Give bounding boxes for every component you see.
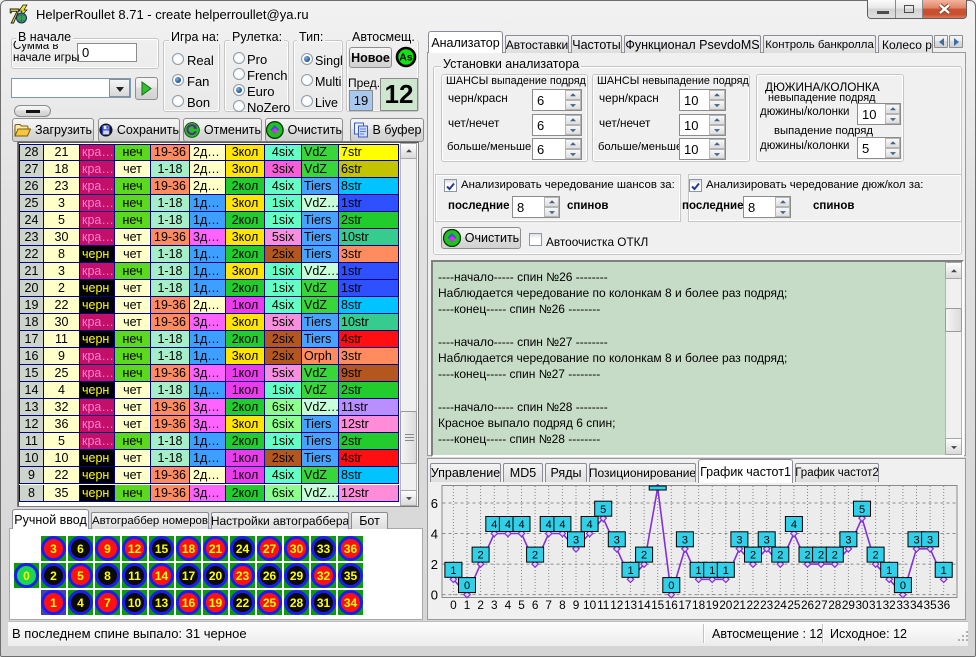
svg-text:4: 4 <box>431 527 438 542</box>
svg-text:0: 0 <box>464 580 470 592</box>
svg-text:2: 2 <box>804 550 810 562</box>
svg-text:11: 11 <box>597 598 609 612</box>
svg-text:15: 15 <box>651 598 665 612</box>
svg-text:0: 0 <box>668 580 674 592</box>
svg-text:0: 0 <box>450 598 457 612</box>
svg-text:28: 28 <box>828 598 842 612</box>
svg-text:4: 4 <box>559 519 565 531</box>
svg-text:3: 3 <box>764 534 770 546</box>
svg-text:1: 1 <box>723 565 729 577</box>
svg-text:36: 36 <box>937 598 951 612</box>
svg-text:3: 3 <box>913 534 919 546</box>
svg-text:12: 12 <box>610 598 623 612</box>
svg-text:2: 2 <box>478 550 484 562</box>
svg-text:2: 2 <box>832 550 838 562</box>
svg-text:1: 1 <box>886 565 892 577</box>
svg-text:5: 5 <box>859 504 865 516</box>
svg-text:1: 1 <box>464 598 471 612</box>
svg-text:3: 3 <box>573 534 579 546</box>
svg-text:As: As <box>399 52 413 64</box>
svg-text:2: 2 <box>431 557 438 572</box>
svg-text:30: 30 <box>855 598 869 612</box>
svg-text:33: 33 <box>896 598 910 612</box>
svg-text:4: 4 <box>505 519 511 531</box>
svg-text:2: 2 <box>777 550 783 562</box>
svg-text:1: 1 <box>941 565 947 577</box>
svg-text:5: 5 <box>600 504 606 516</box>
svg-text:2: 2 <box>532 550 538 562</box>
svg-text:8: 8 <box>559 598 566 612</box>
svg-text:13: 13 <box>624 598 638 612</box>
svg-text:27: 27 <box>815 598 828 612</box>
svg-text:1: 1 <box>696 565 702 577</box>
svg-text:22: 22 <box>746 598 759 612</box>
svg-text:14: 14 <box>638 598 652 612</box>
svg-text:23: 23 <box>760 598 774 612</box>
svg-text:5: 5 <box>518 598 525 612</box>
svg-text:2: 2 <box>750 550 756 562</box>
svg-text:0: 0 <box>431 588 438 603</box>
svg-text:21: 21 <box>733 598 746 612</box>
svg-text:10: 10 <box>583 598 597 612</box>
svg-text:19: 19 <box>706 598 719 612</box>
svg-text:31: 31 <box>869 598 882 612</box>
svg-text:0: 0 <box>900 580 906 592</box>
svg-text:3: 3 <box>736 534 742 546</box>
svg-text:35: 35 <box>924 598 938 612</box>
svg-text:4: 4 <box>505 598 512 612</box>
svg-text:4: 4 <box>518 519 524 531</box>
svg-text:3: 3 <box>491 598 498 612</box>
svg-text:2: 2 <box>477 598 484 612</box>
svg-text:26: 26 <box>801 598 815 612</box>
svg-text:2: 2 <box>641 550 647 562</box>
svg-text:9: 9 <box>573 598 580 612</box>
svg-text:2: 2 <box>818 550 824 562</box>
svg-text:1: 1 <box>450 565 456 577</box>
svg-text:6: 6 <box>431 496 438 511</box>
svg-text:3: 3 <box>927 534 933 546</box>
svg-text:3: 3 <box>614 534 620 546</box>
svg-text:4: 4 <box>546 519 552 531</box>
svg-text:20: 20 <box>719 598 733 612</box>
svg-text:34: 34 <box>910 598 924 612</box>
svg-text:29: 29 <box>842 598 855 612</box>
svg-text:2: 2 <box>873 550 879 562</box>
svg-text:16: 16 <box>665 598 679 612</box>
svg-text:24: 24 <box>774 598 788 612</box>
svg-text:3: 3 <box>682 534 688 546</box>
svg-text:3: 3 <box>845 534 851 546</box>
svg-text:4: 4 <box>791 519 797 531</box>
svg-text:4: 4 <box>587 519 593 531</box>
svg-text:1: 1 <box>709 565 715 577</box>
svg-text:6: 6 <box>532 598 539 612</box>
svg-text:7: 7 <box>545 598 552 612</box>
svg-text:4: 4 <box>491 519 497 531</box>
svg-text:25: 25 <box>787 598 801 612</box>
svg-text:1: 1 <box>627 565 633 577</box>
svg-text:18: 18 <box>692 598 706 612</box>
svg-text:17: 17 <box>678 598 691 612</box>
svg-text:32: 32 <box>883 598 896 612</box>
